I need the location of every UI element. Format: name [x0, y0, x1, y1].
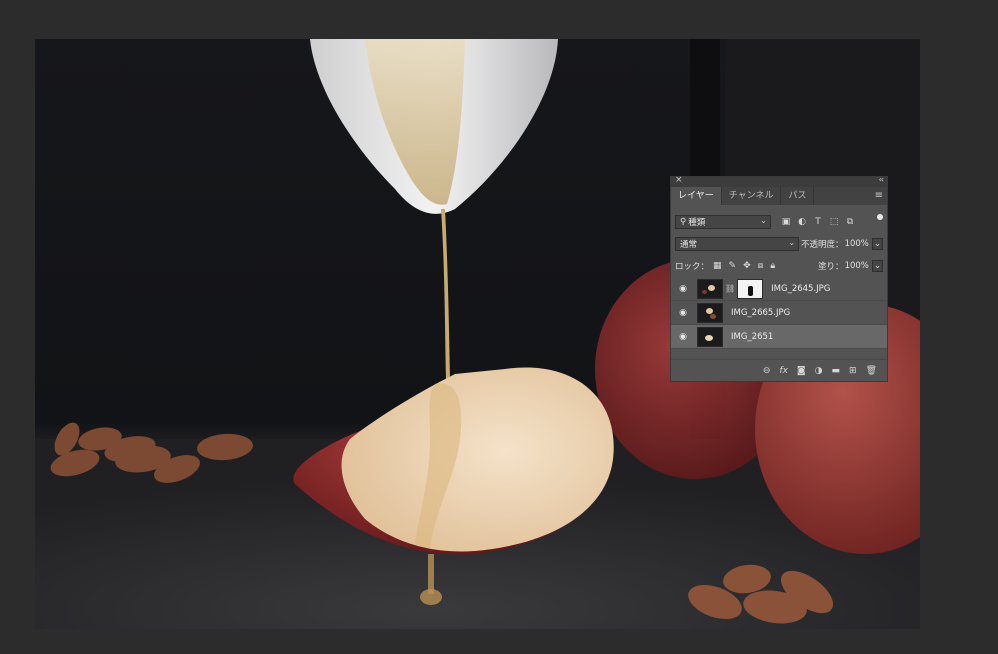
- adjustment-layer-icon[interactable]: ◑: [815, 366, 823, 376]
- chevron-down-icon: ⌄: [760, 216, 767, 225]
- eye-icon[interactable]: ◉: [675, 284, 691, 294]
- lock-label: ロック：: [675, 262, 710, 272]
- panel-menu-icon[interactable]: ≡: [875, 190, 883, 201]
- filter-icons: ▣ ◐ T ⬚ ⧉: [781, 217, 855, 227]
- layer-name: IMG_2645.JPG: [771, 283, 831, 294]
- lock-icons: ▦ ✎ ✥ ⧈ 🔒︎: [713, 261, 775, 271]
- shape-filter-icon[interactable]: ⬚: [829, 217, 839, 227]
- opacity-label: 不透明度：: [801, 240, 844, 250]
- lock-row: ロック： ▦ ✎ ✥ ⧈ 🔒︎ 塗り： 100% ⌄: [671, 255, 887, 277]
- opacity-value[interactable]: 100%: [845, 239, 869, 249]
- layer-name: IMG_2665.JPG: [731, 307, 791, 318]
- layer-thumbnail: [697, 278, 723, 299]
- smart-object-filter-icon[interactable]: ⧉: [845, 217, 855, 227]
- fx-icon[interactable]: fx: [779, 366, 788, 376]
- fill-label: 塗り：: [818, 262, 844, 272]
- lock-artboard-icon[interactable]: ⧈: [758, 261, 764, 271]
- add-mask-icon[interactable]: ◙: [797, 366, 806, 376]
- new-group-icon[interactable]: ▬: [832, 366, 841, 376]
- fill-value[interactable]: 100%: [845, 261, 869, 271]
- lock-all-icon[interactable]: 🔒︎: [770, 261, 775, 271]
- layer-thumbnail: [697, 302, 723, 323]
- filter-toggle[interactable]: [877, 214, 883, 220]
- search-icon: ⚲: [680, 217, 687, 227]
- type-filter-icon[interactable]: T: [813, 217, 823, 227]
- lock-image-pixels-icon[interactable]: ✎: [729, 261, 737, 271]
- panel-title-bar: × ‹‹: [671, 175, 887, 187]
- blend-row: 通常 ⌄ 不透明度： 100% ⌄: [671, 233, 887, 255]
- layer-row-selected[interactable]: ◉ IMG_2651: [671, 325, 887, 349]
- filter-row: ⚲ 種類 ⌄ ▣ ◐ T ⬚ ⧉: [671, 211, 887, 233]
- layer-filter-select[interactable]: ⚲ 種類 ⌄: [675, 215, 771, 229]
- lock-position-icon[interactable]: ✥: [743, 261, 751, 271]
- tab-layers[interactable]: レイヤー: [671, 187, 722, 205]
- lock-transparent-pixels-icon[interactable]: ▦: [713, 261, 722, 271]
- layer-name: IMG_2651: [731, 331, 774, 342]
- layer-filter-label: 種類: [688, 218, 706, 228]
- fill-dropdown-icon[interactable]: ⌄: [871, 260, 883, 272]
- mask-link-icon[interactable]: ⛓: [725, 284, 735, 293]
- tab-paths[interactable]: パス: [781, 187, 815, 205]
- link-layers-icon[interactable]: ⊖: [763, 366, 771, 376]
- image-filter-icon[interactable]: ▣: [781, 217, 791, 227]
- layers-panel: × ‹‹ レイヤー チャンネル パス ≡ ⚲ 種類 ⌄ ▣ ◐ T ⬚ ⧉ 通常…: [670, 175, 888, 382]
- new-layer-icon[interactable]: ⊞: [849, 366, 857, 376]
- layer-thumbnail: [697, 326, 723, 347]
- layer-mask-thumbnail[interactable]: [737, 278, 764, 299]
- layer-row[interactable]: ◉ ⛓ IMG_2645.JPG: [671, 277, 887, 301]
- chevron-down-icon: ⌄: [788, 238, 796, 247]
- adjustment-filter-icon[interactable]: ◐: [797, 217, 807, 227]
- opacity-dropdown-icon[interactable]: ⌄: [871, 238, 883, 250]
- panel-footer: ⊖ fx ◙ ◑ ▬ ⊞ 🗑︎: [671, 359, 887, 381]
- close-icon[interactable]: ×: [675, 175, 683, 185]
- eye-icon[interactable]: ◉: [675, 308, 691, 318]
- eye-icon[interactable]: ◉: [675, 332, 691, 342]
- blend-mode-value: 通常: [680, 240, 698, 250]
- delete-layer-icon[interactable]: 🗑︎: [866, 366, 877, 376]
- panel-tabs: レイヤー チャンネル パス ≡: [671, 187, 887, 205]
- collapse-icon[interactable]: ‹‹: [879, 175, 885, 184]
- blend-mode-select[interactable]: 通常 ⌄: [675, 237, 800, 251]
- layer-row[interactable]: ◉ IMG_2665.JPG: [671, 301, 887, 325]
- layer-list: ◉ ⛓ IMG_2645.JPG ◉ IMG_2665.JPG ◉ IMG_26…: [671, 277, 887, 349]
- tab-channels[interactable]: チャンネル: [722, 187, 782, 205]
